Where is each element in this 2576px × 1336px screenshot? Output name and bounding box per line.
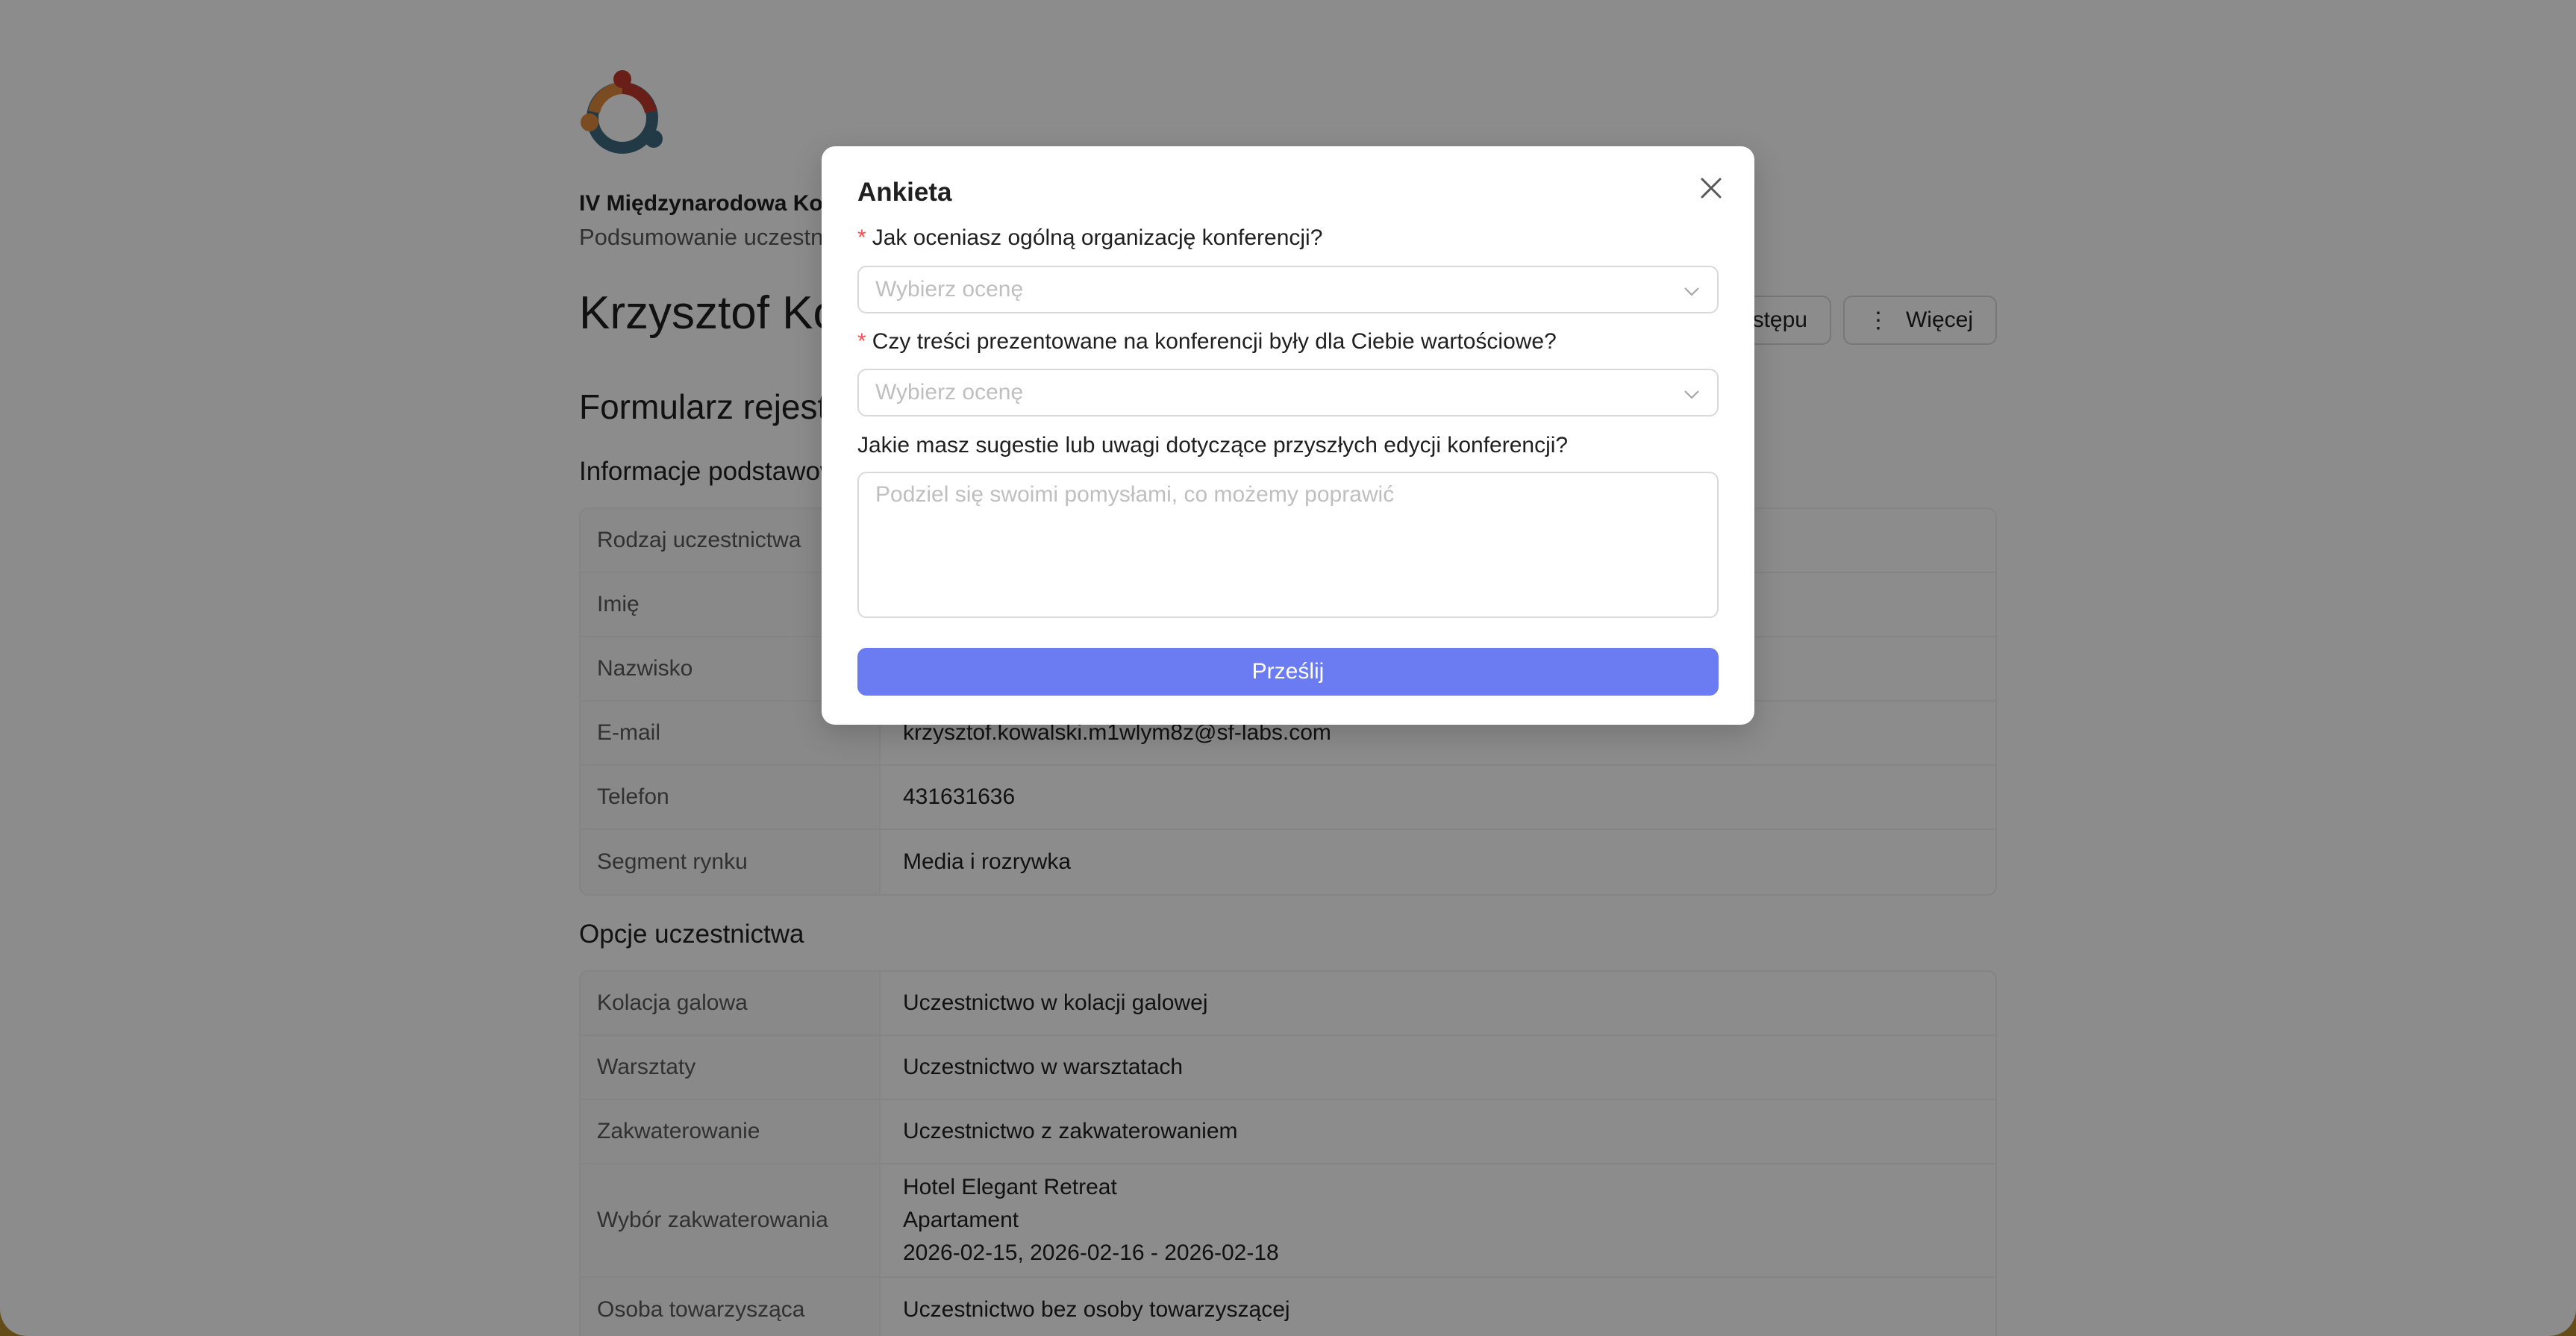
organization-rating-select[interactable]: Wybierz ocenę — [857, 266, 1719, 313]
close-icon[interactable] — [1696, 173, 1726, 203]
survey-modal: Ankieta * Jak oceniasz ogólną organizację… — [822, 146, 1754, 725]
required-marker: * — [857, 225, 866, 250]
suggestions-textarea[interactable]: Podziel się swoimi pomysłami, co możemy … — [857, 472, 1719, 618]
chevron-down-icon — [1684, 287, 1699, 296]
chevron-down-icon — [1684, 390, 1699, 399]
select-placeholder: Wybierz ocenę — [875, 277, 1024, 302]
question-3-label: Jakie masz sugestie lub uwagi dotyczące … — [857, 433, 1569, 458]
question-1-text: Jak oceniasz ogólną organizację konferen… — [872, 225, 1323, 250]
modal-title: Ankieta — [857, 178, 952, 207]
question-2-label: * Czy treści prezentowane na konferencji … — [857, 329, 1557, 355]
required-marker: * — [857, 329, 866, 354]
content-value-rating-select[interactable]: Wybierz ocenę — [857, 369, 1719, 416]
question-1-label: * Jak oceniasz ogólną organizację konfere… — [857, 225, 1322, 251]
submit-button[interactable]: Prześlij — [857, 648, 1719, 696]
question-2-text: Czy treści prezentowane na konferencji b… — [872, 329, 1557, 354]
select-placeholder: Wybierz ocenę — [875, 380, 1024, 405]
